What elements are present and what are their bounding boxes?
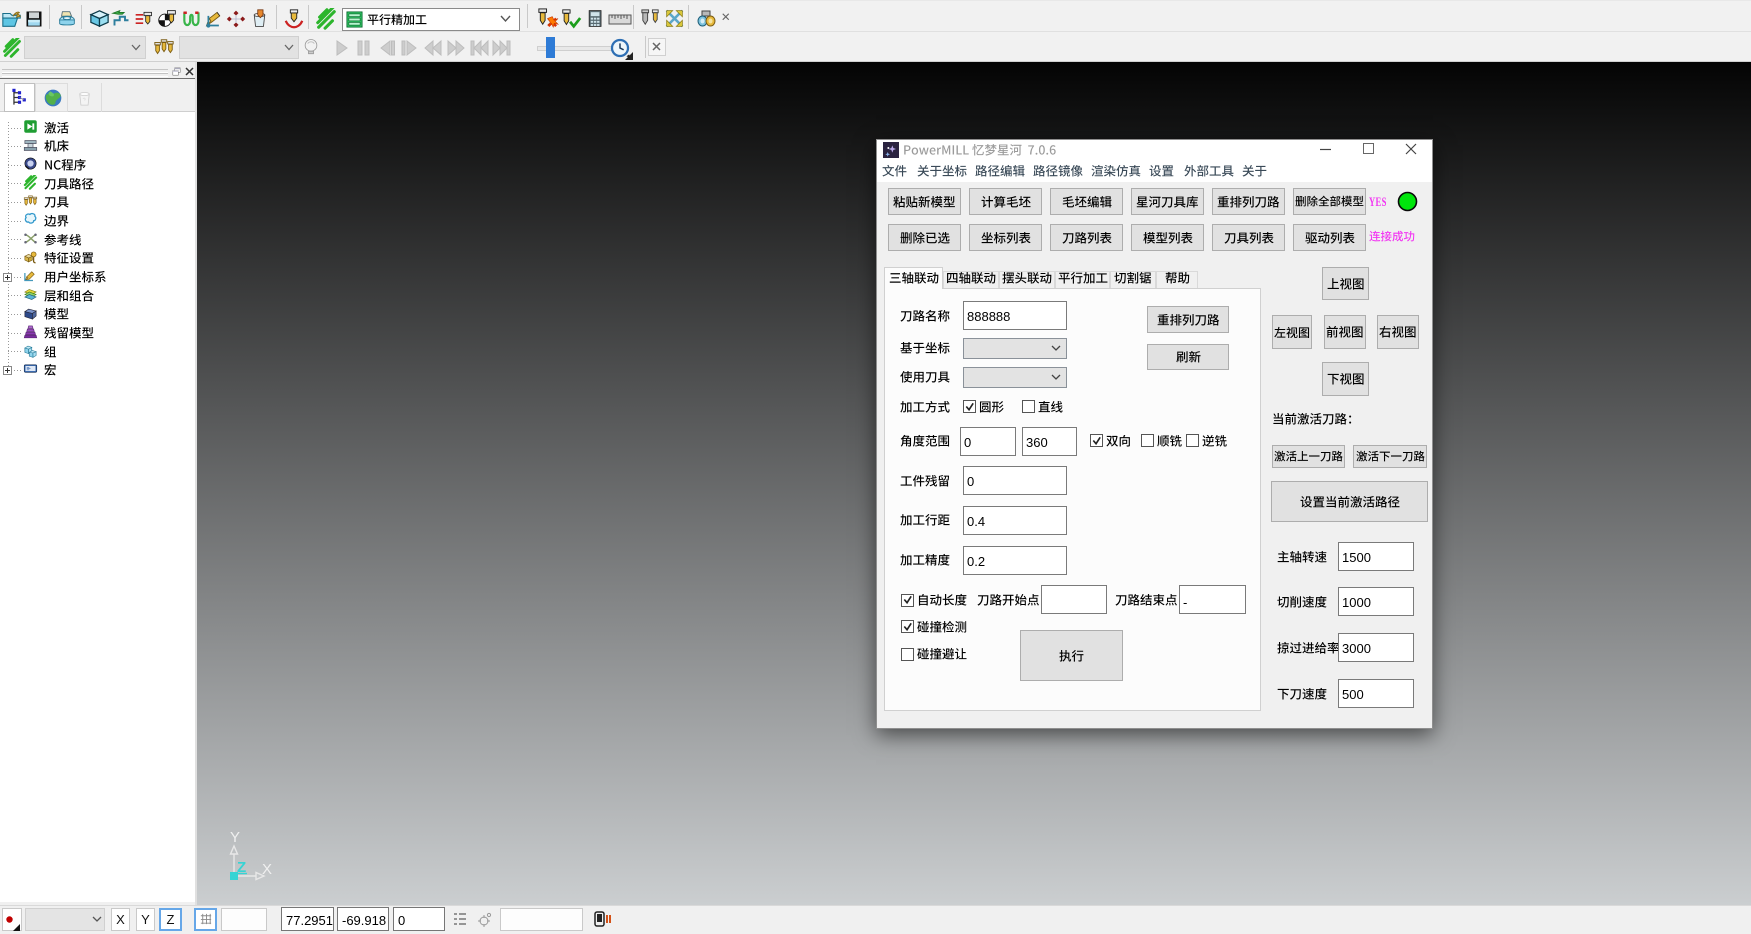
svg-text:X: X — [262, 861, 272, 878]
svg-text:Y: Y — [230, 829, 240, 846]
